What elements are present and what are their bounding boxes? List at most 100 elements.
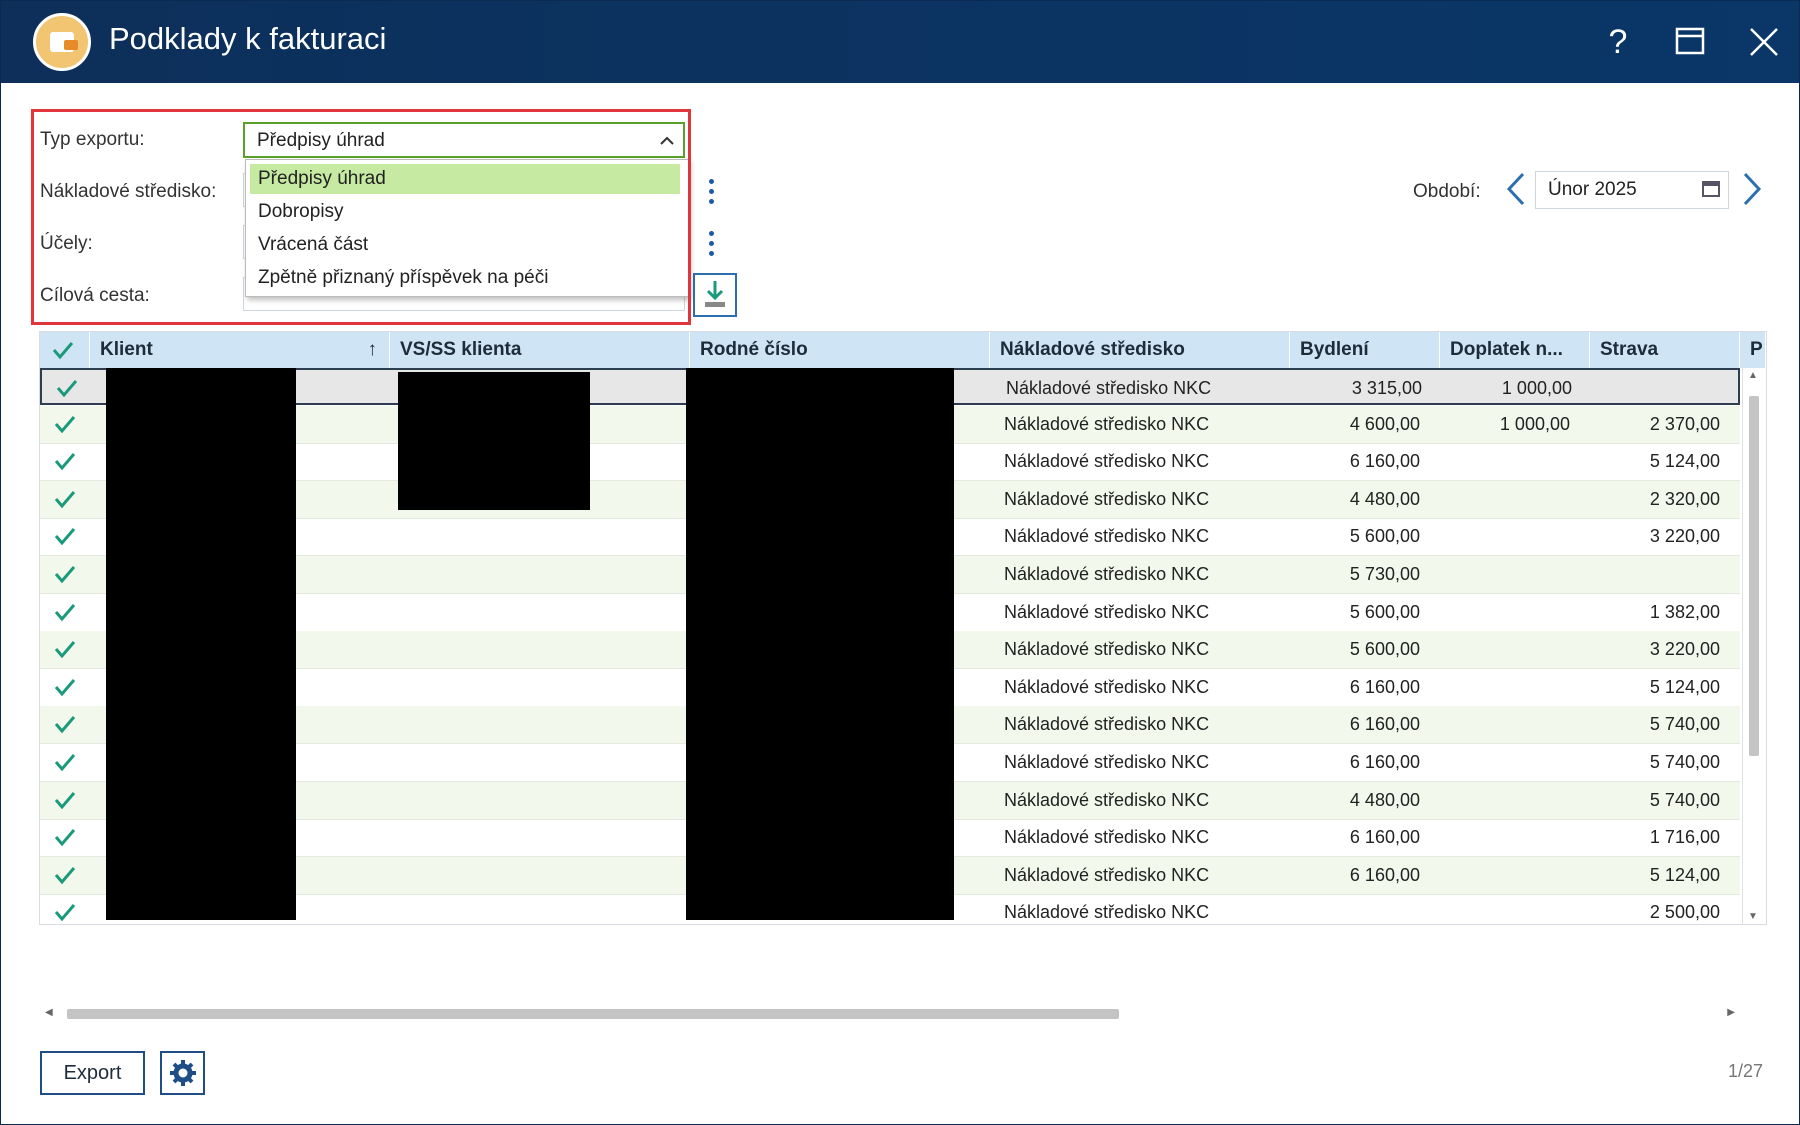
cell-bydleni: 5 730,00 <box>1349 564 1420 584</box>
export-button[interactable]: Export <box>40 1051 145 1095</box>
cell-bydleni: 4 600,00 <box>1349 413 1420 434</box>
scroll-up-icon[interactable]: ▲ <box>1748 370 1758 381</box>
cell-bydleni: 6 160,00 <box>1349 451 1420 472</box>
cell-stredisko: Nákladové středisko NKC <box>1004 601 1210 622</box>
cell-doplatek: 1 000,00 <box>1501 378 1572 398</box>
cell-strava: 3 220,00 <box>1649 526 1720 547</box>
row-check-icon[interactable] <box>52 599 78 625</box>
next-period-button[interactable] <box>1737 171 1767 211</box>
row-check-icon[interactable] <box>52 862 78 888</box>
cell-stredisko: Nákladové středisko NKC <box>1004 864 1210 885</box>
cell-bydleni: 4 480,00 <box>1349 789 1420 810</box>
col-nakladove-stredisko[interactable]: Nákladové středisko <box>990 332 1290 368</box>
cell-stredisko: Nákladové středisko NKC <box>1004 639 1210 660</box>
pager-text: 1/27 <box>1727 1061 1763 1081</box>
cell-stredisko: Nákladové středisko NKC <box>1004 902 1210 923</box>
row-check-icon[interactable] <box>52 561 78 587</box>
row-check-icon[interactable] <box>52 523 78 549</box>
cell-doplatek <box>1440 594 1590 631</box>
help-button[interactable]: ? <box>1593 15 1643 69</box>
row-check-icon[interactable] <box>52 787 78 813</box>
row-check-icon[interactable] <box>52 411 78 437</box>
cell-doplatek <box>1440 819 1590 856</box>
row-check-icon[interactable] <box>52 486 78 512</box>
cell-strava: 3 220,00 <box>1649 639 1720 660</box>
col-klient[interactable]: Klient ↑ <box>90 332 390 368</box>
obdobi-label: Období: <box>1413 181 1481 202</box>
cell-doplatek <box>1440 669 1590 706</box>
cell-strava <box>1592 370 1742 407</box>
cell-stredisko: Nákladové středisko NKC <box>1004 451 1210 472</box>
row-check-icon[interactable] <box>52 824 78 850</box>
maximize-button[interactable] <box>1665 15 1715 69</box>
scroll-left-icon[interactable]: ◀ <box>45 1007 53 1018</box>
col-p[interactable]: P <box>1740 332 1766 368</box>
data-grid: Klient ↑ VS/SS klienta Rodné číslo Náklad… <box>39 331 1767 925</box>
cell-stredisko: Nákladové středisko NKC <box>1004 564 1210 584</box>
cell-bydleni: 5 600,00 <box>1349 601 1420 622</box>
dialog-content: Typ exportu: Nákladové středisko: Účely:… <box>1 83 1799 1124</box>
close-button[interactable] <box>1739 15 1789 69</box>
col-strava[interactable]: Strava <box>1590 332 1740 368</box>
cell-doplatek <box>1440 481 1590 518</box>
cell-bydleni: 6 160,00 <box>1349 864 1420 885</box>
gear-icon <box>169 1060 196 1086</box>
row-check-icon[interactable] <box>52 749 78 775</box>
col-vs-ss[interactable]: VS/SS klienta <box>390 332 690 368</box>
cell-stredisko: Nákladové středisko NKC <box>1004 827 1210 848</box>
dialog-window: Podklady k fakturaci ? Typ exportu: Nákl… <box>0 0 1800 1125</box>
calendar-icon[interactable] <box>1702 181 1720 197</box>
vertical-scroll-thumb[interactable] <box>1749 396 1759 756</box>
col-doplatek[interactable]: Doplatek n... <box>1440 332 1590 368</box>
horizontal-scrollbar[interactable]: ◀ ▶ <box>39 1003 1765 1025</box>
cell-stredisko: Nákladové středisko NKC <box>1004 676 1210 697</box>
cell-strava <box>1590 556 1740 593</box>
ucely-more-icon[interactable] <box>701 227 721 261</box>
cell-bydleni: 3 315,00 <box>1351 378 1422 398</box>
cell-bydleni: 5 600,00 <box>1349 526 1420 547</box>
period-value: Únor 2025 <box>1548 179 1637 200</box>
cell-strava: 5 124,00 <box>1649 676 1720 697</box>
vertical-scrollbar[interactable]: ▲ ▼ <box>1742 368 1765 924</box>
period-input[interactable]: Únor 2025 <box>1535 171 1729 209</box>
row-check-icon[interactable] <box>52 899 78 924</box>
stredisko-more-icon[interactable] <box>701 175 721 209</box>
cell-stredisko: Nákladové středisko NKC <box>1004 714 1210 735</box>
download-button[interactable] <box>693 273 737 317</box>
select-all-check-icon[interactable] <box>40 332 90 368</box>
settings-button[interactable] <box>160 1051 205 1095</box>
cell-doplatek <box>1440 518 1590 555</box>
row-check-icon[interactable] <box>52 448 78 474</box>
cell-strava: 2 320,00 <box>1649 488 1720 509</box>
cell-strava: 5 740,00 <box>1649 789 1720 810</box>
scroll-down-icon[interactable]: ▼ <box>1748 911 1758 922</box>
cell-strava: 5 124,00 <box>1649 451 1720 472</box>
row-check-icon[interactable] <box>52 674 78 700</box>
cell-bydleni: 4 480,00 <box>1349 488 1420 509</box>
cell-bydleni: 6 160,00 <box>1349 714 1420 735</box>
redacted-vs-ss <box>398 372 590 510</box>
cell-stredisko: Nákladové středisko NKC <box>1004 752 1210 772</box>
cell-doplatek: 1 000,00 <box>1499 413 1570 434</box>
scroll-right-icon[interactable]: ▶ <box>1727 1007 1735 1018</box>
prev-period-button[interactable] <box>1501 171 1531 211</box>
cell-strava: 5 740,00 <box>1649 714 1720 735</box>
cell-stredisko: Nákladové středisko NKC <box>1004 526 1210 547</box>
row-check-icon[interactable] <box>54 375 80 401</box>
col-bydleni[interactable]: Bydlení <box>1290 332 1440 368</box>
cell-doplatek <box>1440 782 1590 819</box>
cell-stredisko: Nákladové středisko NKC <box>1004 413 1210 434</box>
grid-header: Klient ↑ VS/SS klienta Rodné číslo Náklad… <box>40 332 1766 368</box>
cell-doplatek <box>1440 556 1590 593</box>
cell-bydleni: 6 160,00 <box>1349 752 1420 772</box>
row-check-icon[interactable] <box>52 636 78 662</box>
row-check-icon[interactable] <box>52 711 78 737</box>
cell-doplatek <box>1440 443 1590 480</box>
cell-doplatek <box>1440 744 1590 781</box>
cell-stredisko: Nákladové středisko NKC <box>1006 378 1212 398</box>
col-rodne-cislo[interactable]: Rodné číslo <box>690 332 990 368</box>
cell-doplatek <box>1440 857 1590 894</box>
cell-strava: 1 382,00 <box>1649 601 1720 622</box>
window-title: Podklady k fakturaci <box>109 21 387 56</box>
horizontal-scroll-thumb[interactable] <box>67 1009 1119 1019</box>
